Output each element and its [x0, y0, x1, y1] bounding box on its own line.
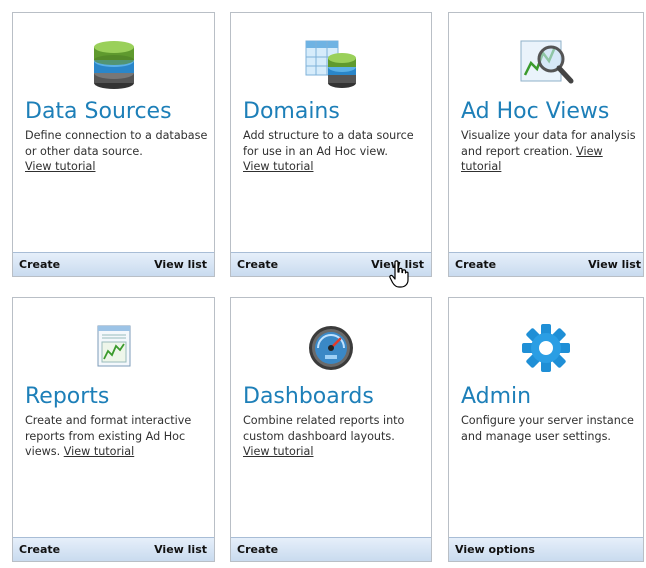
card-description: Visualize your data for analysis and rep…	[461, 128, 637, 175]
create-button[interactable]: Create	[237, 543, 278, 556]
create-button[interactable]: Create	[19, 258, 60, 271]
card-description: Define connection to a database or other…	[25, 128, 208, 175]
view-tutorial-link[interactable]: View tutorial	[243, 445, 313, 458]
card-title: Admin	[461, 384, 532, 409]
card-description-text: Visualize your data for analysis and rep…	[461, 129, 636, 158]
card-title: Data Sources	[25, 99, 172, 124]
card-title: Reports	[25, 384, 110, 409]
chart-magnifier-icon	[449, 27, 643, 99]
card-description: Configure your server instance and manag…	[461, 413, 637, 444]
card-domains: Domains Add structure to a data source f…	[230, 12, 432, 277]
card-description-text: Define connection to a database or other…	[25, 129, 208, 158]
report-icon	[13, 312, 214, 384]
card-title: Dashboards	[243, 384, 374, 409]
card-footer: Create	[231, 537, 431, 561]
card-data-sources: Data Sources Define connection to a data…	[12, 12, 215, 277]
view-list-button[interactable]: View list	[154, 258, 207, 271]
view-tutorial-link[interactable]: View tutorial	[25, 160, 95, 173]
card-footer: Create View list	[13, 252, 214, 276]
gauge-icon	[231, 312, 431, 384]
card-reports: Reports Create and format interactive re…	[12, 297, 215, 562]
domain-table-icon	[231, 27, 431, 99]
card-description: Combine related reports into custom dash…	[243, 413, 425, 460]
create-button[interactable]: Create	[455, 258, 496, 271]
hand-cursor-icon	[389, 260, 409, 292]
view-list-button[interactable]: View list	[154, 543, 207, 556]
card-description: Add structure to a data source for use i…	[243, 128, 425, 175]
card-footer: View options	[449, 537, 643, 561]
gear-icon	[449, 312, 643, 384]
card-description: Create and format interactive reports fr…	[25, 413, 208, 460]
view-options-button[interactable]: View options	[455, 543, 535, 556]
card-title: Ad Hoc Views	[461, 99, 610, 124]
card-ad-hoc-views: Ad Hoc Views Visualize your data for ana…	[448, 12, 644, 277]
create-button[interactable]: Create	[19, 543, 60, 556]
view-tutorial-link[interactable]: View tutorial	[64, 445, 134, 458]
card-footer: Create View list	[449, 252, 643, 276]
card-description-text: Combine related reports into custom dash…	[243, 414, 405, 443]
database-icon	[13, 27, 214, 99]
card-footer: Create View list	[13, 537, 214, 561]
card-dashboards: Dashboards Combine related reports into …	[230, 297, 432, 562]
card-description-text: Configure your server instance and manag…	[461, 414, 634, 443]
create-button[interactable]: Create	[237, 258, 278, 271]
card-description-text: Add structure to a data source for use i…	[243, 129, 414, 158]
card-title: Domains	[243, 99, 340, 124]
view-list-button[interactable]: View list	[588, 258, 641, 271]
view-tutorial-link[interactable]: View tutorial	[243, 160, 313, 173]
card-admin: Admin Configure your server instance and…	[448, 297, 644, 562]
